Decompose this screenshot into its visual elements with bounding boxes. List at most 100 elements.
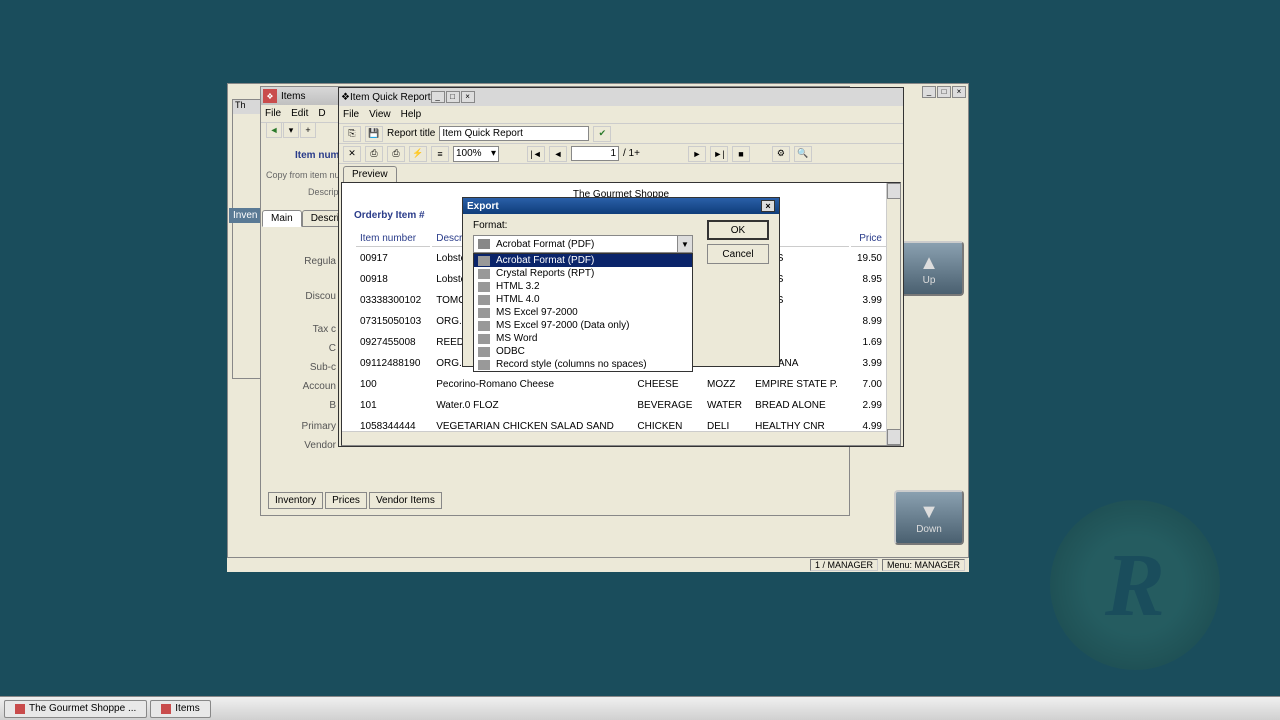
export-title-text: Export xyxy=(467,201,499,212)
nav-up-label: Up xyxy=(923,275,936,286)
apply-title-button[interactable]: ✔ xyxy=(593,126,611,142)
minimize-button[interactable]: _ xyxy=(922,86,936,98)
last-page-button[interactable]: ►| xyxy=(710,146,728,162)
format-option[interactable]: HTML 4.0 xyxy=(474,293,692,306)
arrow-up-icon: ▲ xyxy=(919,252,939,275)
pdf-icon xyxy=(478,239,490,249)
menu-edit[interactable]: Edit xyxy=(291,108,308,119)
format-selected-value: Acrobat Format (PDF) xyxy=(496,239,594,250)
table-header: Price xyxy=(851,231,886,247)
format-option[interactable]: MS Word xyxy=(474,332,692,345)
preview-tab[interactable]: Preview xyxy=(343,166,397,182)
export-close-button[interactable]: × xyxy=(761,200,775,212)
prev-page-button[interactable]: ◄ xyxy=(549,146,567,162)
report-close-button[interactable]: × xyxy=(461,91,475,103)
nav-down-button[interactable]: ▼ Down xyxy=(894,490,964,545)
dropdown-arrow-icon[interactable]: ▼ xyxy=(677,235,693,253)
report-menu-help[interactable]: Help xyxy=(401,109,422,120)
brand-logo-watermark: R xyxy=(1050,500,1220,670)
vertical-scrollbar[interactable] xyxy=(886,183,900,445)
close-button[interactable]: × xyxy=(952,86,966,98)
format-option[interactable]: Record style (columns no spaces) xyxy=(474,358,692,371)
format-dropdown-list: Acrobat Format (PDF)Crystal Reports (RPT… xyxy=(473,253,693,372)
report-title-label: Report title xyxy=(387,128,435,139)
format-option[interactable]: ODBC xyxy=(474,345,692,358)
items-window-title: Items xyxy=(281,91,305,102)
export-icon[interactable]: ⎘ xyxy=(343,126,361,142)
menu-file[interactable]: File xyxy=(265,108,281,119)
status-bar: 1 / MANAGER Menu: MANAGER xyxy=(227,557,969,572)
page-input[interactable] xyxy=(571,146,619,161)
cancel-button[interactable]: Cancel xyxy=(707,244,769,264)
table-row[interactable]: 101Water.0 FLOZBEVERAGEWATERBREAD ALONE2… xyxy=(356,396,886,415)
copy-from-label: Copy from item num xyxy=(266,170,347,180)
export-dialog-title-bar: Export × xyxy=(463,198,779,214)
report-menu-bar: File View Help xyxy=(339,106,903,124)
file-type-icon xyxy=(478,282,490,292)
file-type-icon xyxy=(478,334,490,344)
file-type-icon xyxy=(478,256,490,266)
group-tree-icon[interactable]: ⚙ xyxy=(772,146,790,162)
tab-main[interactable]: Main xyxy=(262,210,302,227)
report-menu-file[interactable]: File xyxy=(343,109,359,120)
status-user: 1 / MANAGER xyxy=(810,559,878,571)
first-page-button[interactable]: |◄ xyxy=(527,146,545,162)
save-button[interactable]: ▾ xyxy=(283,122,299,138)
table-row[interactable]: 100Pecorino-Romano CheeseCHEESEMOZZEMPIR… xyxy=(356,375,886,394)
prices-button[interactable]: Prices xyxy=(325,492,367,509)
inventory-tab[interactable]: Inven xyxy=(229,208,261,223)
delete-icon[interactable]: ✕ xyxy=(343,146,361,162)
format-option[interactable]: MS Excel 97-2000 xyxy=(474,306,692,319)
zoom-select[interactable]: 100%▾ xyxy=(453,146,499,162)
file-type-icon xyxy=(478,295,490,305)
file-type-icon xyxy=(478,360,490,370)
format-option[interactable]: Acrobat Format (PDF) xyxy=(474,254,692,267)
report-minimize-button[interactable]: _ xyxy=(431,91,445,103)
save-icon[interactable]: 💾 xyxy=(365,126,383,142)
items-bottom-buttons: Inventory Prices Vendor Items xyxy=(268,492,442,509)
horizontal-scrollbar[interactable] xyxy=(342,431,886,445)
next-page-button[interactable]: ► xyxy=(688,146,706,162)
taskbar-items-button[interactable]: Items xyxy=(150,700,210,718)
toggle-tree-icon[interactable]: ≡ xyxy=(431,146,449,162)
items-toolbar: ◄ ▾ + xyxy=(266,121,316,139)
file-type-icon xyxy=(478,269,490,279)
refresh-icon[interactable]: ⚡ xyxy=(409,146,427,162)
search-icon[interactable]: 🔍 xyxy=(794,146,812,162)
format-combobox[interactable]: Acrobat Format (PDF) ▼ Acrobat Format (P… xyxy=(473,235,693,253)
format-option[interactable]: MS Excel 97-2000 (Data only) xyxy=(474,319,692,332)
print-icon[interactable]: ⎙ xyxy=(365,146,383,162)
status-menu: Menu: MANAGER xyxy=(882,559,965,571)
new-button[interactable]: + xyxy=(300,122,316,138)
taskbar-app-icon xyxy=(161,704,171,714)
report-maximize-button[interactable]: □ xyxy=(446,91,460,103)
report-toolbar-1: ⎘ 💾 Report title ✔ xyxy=(339,124,903,144)
app-icon: ❖ xyxy=(263,89,277,103)
taskbar-gourmet-button[interactable]: The Gourmet Shoppe ... xyxy=(4,700,147,718)
item-number-label: Item num xyxy=(295,150,339,161)
vendor-items-button[interactable]: Vendor Items xyxy=(369,492,442,509)
inventory-button[interactable]: Inventory xyxy=(268,492,323,509)
stop-button[interactable]: ■ xyxy=(732,146,750,162)
file-type-icon xyxy=(478,321,490,331)
back-button[interactable]: ◄ xyxy=(266,122,282,138)
printer-setup-icon[interactable]: ⎙ xyxy=(387,146,405,162)
export-dialog: Export × Format: Acrobat Format (PDF) ▼ … xyxy=(462,197,780,367)
page-total: / 1+ xyxy=(623,148,640,159)
file-type-icon xyxy=(478,347,490,357)
nav-down-label: Down xyxy=(916,524,942,535)
report-tab-row: Preview xyxy=(339,164,903,182)
report-icon: ❖ xyxy=(341,92,350,103)
report-title-input[interactable] xyxy=(439,126,589,141)
maximize-button[interactable]: □ xyxy=(937,86,951,98)
report-menu-view[interactable]: View xyxy=(369,109,391,120)
arrow-down-icon: ▼ xyxy=(919,501,939,524)
window-title: Th xyxy=(233,100,261,114)
file-type-icon xyxy=(478,308,490,318)
format-option[interactable]: HTML 3.2 xyxy=(474,280,692,293)
ok-button[interactable]: OK xyxy=(707,220,769,240)
gourmet-window-sliver: Th Inven xyxy=(232,99,262,379)
menu-d[interactable]: D xyxy=(318,108,325,119)
nav-up-button[interactable]: ▲ Up xyxy=(894,241,964,296)
format-option[interactable]: Crystal Reports (RPT) xyxy=(474,267,692,280)
